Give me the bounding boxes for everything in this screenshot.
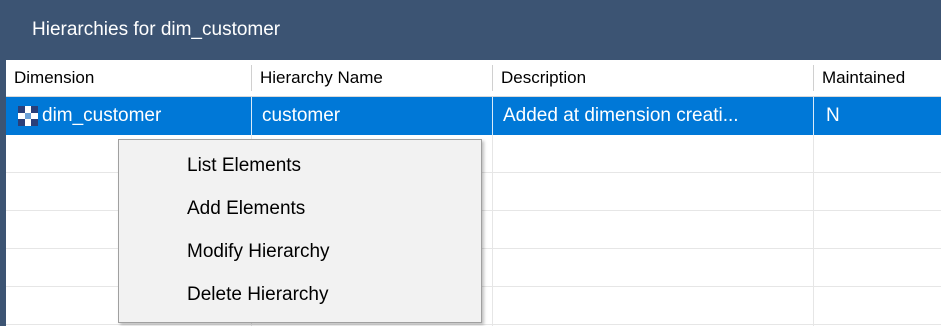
cell-dimension: dim_customer [42, 105, 162, 126]
dimension-grid-icon [18, 106, 38, 126]
context-menu: List Elements Add Elements Modify Hierar… [118, 139, 482, 323]
menu-item-list-elements[interactable]: List Elements [120, 147, 480, 185]
column-header-hierarchy-name[interactable]: Hierarchy Name [252, 60, 492, 96]
column-header-description[interactable]: Description [493, 60, 813, 96]
menu-item-add-elements[interactable]: Add Elements [120, 190, 480, 228]
column-header-maintained[interactable]: Maintained [814, 60, 941, 96]
menu-item-delete-hierarchy[interactable]: Delete Hierarchy [120, 276, 480, 314]
menu-item-modify-hierarchy[interactable]: Modify Hierarchy [120, 233, 480, 271]
cell-hierarchy-name: customer [262, 105, 341, 126]
cell-maintained: N [826, 105, 840, 126]
table-row[interactable]: dim_customer customer Added at dimension… [6, 97, 941, 135]
column-header-row: Dimension Hierarchy Name Description Mai… [6, 60, 941, 97]
column-header-dimension[interactable]: Dimension [6, 60, 251, 96]
cell-description: Added at dimension creati... [503, 105, 739, 126]
window-title: Hierarchies for dim_customer [6, 0, 941, 60]
